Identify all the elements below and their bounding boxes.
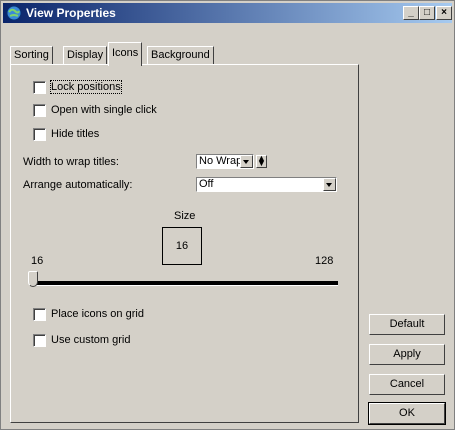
view-properties-window: View Properties _ □ × Sorting Display Ic… [0, 0, 455, 430]
window-title: View Properties [26, 6, 116, 20]
place-on-grid-label[interactable]: Place icons on grid [51, 308, 144, 320]
hide-titles-label[interactable]: Hide titles [51, 128, 99, 140]
size-max-label: 128 [315, 255, 334, 267]
tab-background[interactable]: Background [147, 46, 214, 65]
chevron-down-icon[interactable] [323, 178, 336, 191]
open-single-click-label[interactable]: Open with single click [51, 104, 157, 116]
apply-button-label: Apply [393, 348, 421, 360]
minimize-icon: _ [408, 7, 414, 18]
wrap-titles-stepper[interactable]: ▲ ▼ [256, 153, 267, 168]
custom-grid-label[interactable]: Use custom grid [51, 334, 130, 346]
title-bar[interactable]: View Properties _ □ × [3, 3, 452, 23]
size-preview-box: 16 [162, 227, 202, 265]
lock-positions-checkbox[interactable] [33, 81, 46, 94]
arrange-select[interactable]: Off [196, 177, 337, 192]
chevron-down-icon[interactable] [240, 155, 253, 168]
cancel-button[interactable]: Cancel [369, 374, 445, 395]
tab-sorting[interactable]: Sorting [10, 46, 53, 65]
tab-icons-label: Icons [112, 47, 139, 59]
wrap-titles-select[interactable]: No Wrap [196, 154, 254, 169]
size-min-label: 16 [31, 255, 44, 267]
arrange-label: Arrange automatically: [23, 179, 133, 191]
close-icon: × [441, 7, 447, 18]
default-button[interactable]: Default [369, 314, 445, 335]
size-label: Size [174, 210, 196, 222]
wrap-titles-label: Width to wrap titles: [23, 156, 119, 168]
tab-icons[interactable]: Icons [108, 42, 143, 66]
apply-button[interactable]: Apply [369, 344, 445, 365]
up-down-arrows-icon: ▲ ▼ [257, 153, 266, 168]
maximize-button[interactable]: □ [419, 6, 435, 20]
tab-background-label: Background [151, 49, 210, 61]
close-button[interactable]: × [436, 6, 452, 20]
size-slider-track[interactable] [32, 281, 338, 286]
tab-display-label: Display [67, 49, 104, 61]
maximize-icon: □ [423, 7, 431, 18]
ok-button[interactable]: OK [368, 402, 446, 425]
lock-positions-label[interactable]: Lock positions [50, 80, 122, 94]
minimize-button[interactable]: _ [403, 6, 419, 20]
size-slider-thumb[interactable] [28, 271, 38, 287]
open-single-click-checkbox[interactable] [33, 104, 46, 117]
arrange-value: Off [199, 178, 214, 190]
app-icon [6, 5, 22, 21]
hide-titles-checkbox[interactable] [33, 128, 46, 141]
size-value: 16 [175, 240, 189, 252]
ok-button-label: OK [399, 407, 415, 419]
wrap-titles-value: No Wrap [199, 155, 243, 167]
custom-grid-checkbox[interactable] [33, 334, 46, 347]
default-button-label: Default [389, 318, 425, 330]
cancel-button-label: Cancel [389, 378, 425, 390]
tab-display[interactable]: Display [63, 46, 108, 65]
tab-sorting-label: Sorting [14, 49, 49, 61]
place-on-grid-checkbox[interactable] [33, 308, 46, 321]
